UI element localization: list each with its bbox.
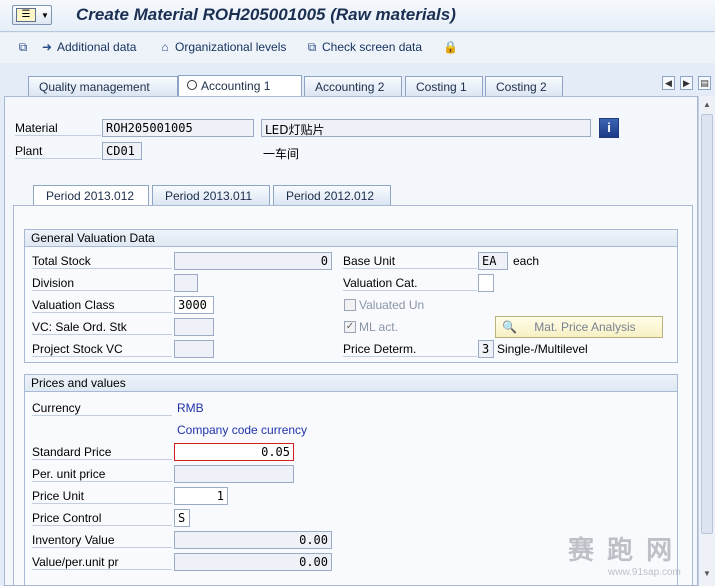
plant-description: 一车间 — [263, 147, 300, 161]
value-per-unit-field[interactable]: 0.00 — [174, 553, 332, 571]
currency-label: Currency — [32, 401, 172, 416]
org-levels-label: Organizational levels — [175, 40, 287, 54]
content-panel: Material ROH205001005 LED灯贴片 i Plant CD0… — [4, 96, 698, 586]
base-unit-text: each — [513, 254, 540, 268]
price-determ-text: Single-/Multilevel — [497, 342, 588, 356]
mat-price-analysis-label: Mat. Price Analysis — [534, 320, 636, 334]
prices-values-title: Prices and values — [25, 375, 677, 392]
scrollbar-thumb[interactable] — [701, 114, 713, 534]
total-stock-field[interactable]: 0 — [174, 252, 332, 270]
tab-costing-1[interactable]: Costing 1 — [405, 76, 483, 96]
price-unit-label: Price Unit — [32, 489, 172, 504]
material-description-field[interactable]: LED灯贴片 — [261, 119, 591, 137]
check-screen-label: Check screen data — [322, 40, 423, 54]
ml-act-label: ML act. — [359, 320, 398, 334]
tab-quality-management[interactable]: Quality management — [28, 76, 178, 96]
value-per-unit-label: Value/per.unit pr — [32, 555, 172, 570]
material-label: Material — [15, 121, 101, 136]
standard-price-field[interactable]: 0.05 — [174, 443, 294, 461]
currency-value: RMB — [177, 401, 204, 415]
application-toolbar: ⧉ ➜ Additional data ⌂ Organizational level… — [0, 33, 715, 63]
inventory-value-label: Inventory Value — [32, 533, 172, 548]
magnifier-icon: 🔍 — [502, 320, 517, 334]
standard-price-label: Standard Price — [32, 445, 172, 460]
plant-label: Plant — [15, 144, 101, 159]
project-stock-label: Project Stock VC — [32, 342, 172, 357]
system-menu-button[interactable]: ☰ ▼ — [12, 5, 52, 25]
per-unit-price-label: Per. unit price — [32, 467, 172, 482]
hierarchy-icon: ⌂ — [161, 40, 169, 54]
price-determ-field[interactable]: 3 — [478, 340, 494, 358]
arrow-right-icon: ➜ — [41, 40, 53, 54]
inventory-value-field[interactable]: 0.00 — [174, 531, 332, 549]
tab-accounting-1[interactable]: Accounting 1 — [178, 75, 302, 97]
tab-period-2013-012[interactable]: Period 2013.012 — [33, 185, 149, 205]
window-title: Create Material ROH205001005 (Raw materi… — [76, 5, 456, 24]
check-screen-button[interactable]: ⧉ Check screen data — [305, 40, 422, 55]
valuation-cat-field[interactable] — [478, 274, 494, 292]
vc-sale-label: VC: Sale Ord. Stk — [32, 320, 172, 335]
division-field[interactable] — [174, 274, 198, 292]
valuation-class-field[interactable]: 3000 — [174, 296, 214, 314]
mat-price-analysis-button[interactable]: 🔍 Mat. Price Analysis — [495, 316, 663, 338]
plant-field[interactable]: CD01 — [102, 142, 142, 160]
currency-note: Company code currency — [177, 423, 308, 437]
scroll-up-icon[interactable]: ▲ — [701, 99, 713, 111]
price-control-field[interactable]: S — [174, 509, 190, 527]
price-control-label: Price Control — [32, 511, 172, 526]
tab-costing-2[interactable]: Costing 2 — [485, 76, 563, 96]
tab-period-2013-011[interactable]: Period 2013.011 — [152, 185, 270, 205]
vc-sale-field[interactable] — [174, 318, 214, 336]
valuated-un-label: Valuated Un — [359, 298, 425, 312]
general-valuation-group: General Valuation Data Total Stock 0 Bas… — [24, 229, 678, 363]
general-valuation-title: General Valuation Data — [25, 230, 677, 247]
base-unit-label: Base Unit — [343, 254, 477, 269]
price-determ-label: Price Determ. — [343, 342, 477, 357]
valuated-un-checkbox[interactable] — [344, 299, 356, 311]
tab-accounting-2[interactable]: Accounting 2 — [304, 76, 402, 96]
check-icon: ⧉ — [307, 40, 317, 54]
lock-icon[interactable]: 🔒 — [443, 40, 460, 54]
menu-icon: ☰ — [16, 8, 36, 22]
tab-scroll-left-button[interactable]: ◀ — [662, 76, 675, 90]
ml-act-checkbox[interactable]: ✓ — [344, 321, 356, 333]
info-icon[interactable]: i — [599, 118, 619, 138]
watermark-url: www.91sap.com — [608, 567, 681, 578]
tab-scroll-right-button[interactable]: ▶ — [680, 76, 693, 90]
tab-list-button[interactable]: ▤ — [698, 76, 711, 90]
main-tab-strip: Quality management Accounting 1 Accounti… — [0, 72, 715, 97]
watermark-logo: 赛 跑 网 www.91sap.com — [568, 530, 708, 584]
total-stock-label: Total Stock — [32, 254, 172, 269]
price-unit-field[interactable]: 1 — [174, 487, 228, 505]
per-unit-price-field[interactable] — [174, 465, 294, 483]
active-tab-icon — [187, 80, 197, 90]
additional-data-label: Additional data — [57, 40, 137, 54]
project-stock-field[interactable] — [174, 340, 214, 358]
period-tab-panel: General Valuation Data Total Stock 0 Bas… — [13, 205, 693, 585]
base-unit-field[interactable]: EA — [478, 252, 508, 270]
title-bar: ☰ ▼ Create Material ROH205001005 (Raw ma… — [0, 0, 715, 32]
division-label: Division — [32, 276, 172, 291]
valuation-class-label: Valuation Class — [32, 298, 172, 313]
copy-from-icon[interactable]: ⧉ — [16, 40, 33, 55]
org-levels-button[interactable]: ⌂ Organizational levels — [158, 40, 286, 54]
material-field[interactable]: ROH205001005 — [102, 119, 254, 137]
vertical-scrollbar[interactable]: ▲ ▼ — [698, 96, 715, 586]
additional-data-button[interactable]: ➜ Additional data — [40, 40, 136, 54]
tab-period-2012-012[interactable]: Period 2012.012 — [273, 185, 391, 205]
watermark-text: 赛 跑 网 — [568, 536, 675, 566]
valuation-cat-label: Valuation Cat. — [343, 276, 477, 291]
chevron-down-icon: ▼ — [41, 11, 49, 20]
